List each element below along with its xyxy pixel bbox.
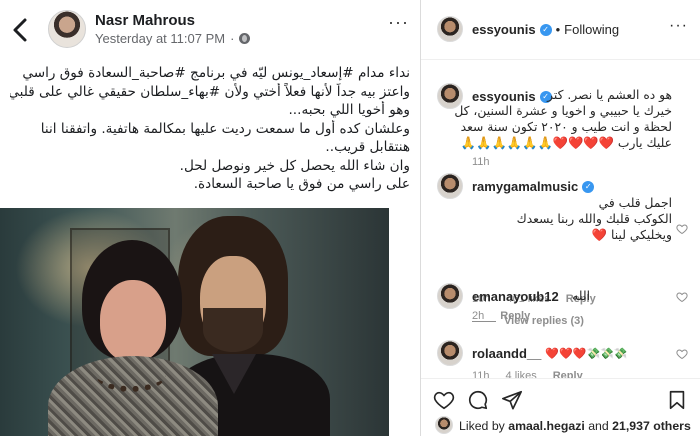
fb-text-line: وهو أخويا اللي بحبه...: [288, 102, 410, 118]
commenter-username[interactable]: ramygamalmusic: [472, 179, 578, 194]
reply-button[interactable]: Reply: [500, 310, 530, 322]
fb-post-text: نداء مدام #إسعاد_يونس ليّه في برنامج #صا…: [10, 64, 410, 194]
fb-author-avatar: [48, 10, 86, 48]
fb-text-line: وان شاء الله يحصل كل خير ونوصل لحل.: [179, 157, 410, 174]
author-avatar[interactable]: [437, 16, 463, 42]
fb-post-photo: [0, 208, 389, 436]
fb-author-name: Nasr Mahrous: [95, 12, 196, 29]
others-count-link[interactable]: 21,937 others: [612, 419, 691, 433]
heart-icon[interactable]: [433, 389, 455, 411]
commenter-info: emanayoub12: [472, 289, 559, 304]
author-info: essyounis ✓ • Following: [472, 22, 619, 37]
commenter-avatar[interactable]: [437, 340, 463, 366]
comment-meta: 11h: [472, 156, 490, 168]
comment-text: اجمل قلب في الكوكب قلبك والله ربنا يسعدك…: [516, 196, 672, 242]
commenter-info: rolaandd__ ❤️❤️❤️💸💸💸: [472, 346, 628, 361]
fb-post-time: Yesterday at 11:07 PM ·: [95, 31, 251, 46]
author-username[interactable]: essyounis: [472, 22, 536, 37]
comment-text: ❤️❤️❤️💸💸💸: [545, 348, 628, 360]
fb-text-line: وعلشان كده أول ما سمعت رديت عليها بمكالم…: [40, 120, 410, 137]
comment-time: 11h: [472, 370, 490, 378]
commenter-avatar[interactable]: [437, 173, 463, 199]
embedded-post-image: Nasr Mahrous Yesterday at 11:07 PM · ···…: [0, 0, 421, 436]
like-comment-heart-icon[interactable]: [676, 348, 688, 360]
reply-button[interactable]: Reply: [553, 370, 583, 378]
fb-text-line: نداء مدام #إسعاد_يونس ليّه في برنامج #صا…: [22, 65, 410, 81]
comment-likes[interactable]: 4 likes: [506, 370, 537, 378]
liker-username[interactable]: amaal.hegazi: [508, 419, 585, 433]
more-options-icon[interactable]: ···: [388, 12, 409, 33]
likes-summary: Liked by amaal.hegazi and 21,937 others: [421, 414, 700, 436]
fb-text-line: واعتز بيه جداً لأنها فعلاً أختي ولأن #به…: [10, 83, 410, 100]
comment-text: هو ده العشم يا نصر. كتر خيرك يا حبيبي و …: [454, 88, 672, 150]
comment-text: الله: [572, 289, 590, 303]
commenter-info: ramygamalmusic ✓: [472, 179, 595, 194]
commenter-username[interactable]: emanayoub12: [472, 289, 559, 304]
verified-badge-icon: ✓: [539, 23, 552, 36]
comment-time: 11h: [472, 156, 490, 168]
comments-list: essyounis ✓ هو ده العشم يا نصر. كتر خيرك…: [421, 61, 700, 378]
comment-time: 2h: [472, 310, 485, 322]
share-icon[interactable]: [501, 389, 523, 411]
following-button[interactable]: Following: [564, 22, 619, 37]
likes-text: Liked by amaal.hegazi and 21,937 others: [459, 419, 691, 433]
post-header: essyounis ✓ • Following ···: [421, 0, 700, 60]
instagram-sidebar: essyounis ✓ • Following ··· essyounis ✓ …: [421, 0, 700, 436]
fb-timestamp: Yesterday at 11:07 PM: [95, 31, 226, 46]
fb-text-line: على راسي من فوق يا صاحبة السعادة.: [193, 176, 410, 192]
verified-badge-icon: ✓: [582, 180, 595, 193]
post-actions-bar: [421, 378, 700, 414]
like-comment-heart-icon[interactable]: [676, 223, 688, 235]
comment-item: ramygamalmusic ✓ اجمل قلب في الكوكب قلبك…: [421, 173, 700, 327]
bookmark-icon[interactable]: [666, 389, 688, 411]
separator: •: [555, 22, 561, 37]
commenter-username[interactable]: rolaandd__: [472, 346, 541, 361]
commenter-avatar[interactable]: [437, 283, 463, 309]
globe-icon: [239, 33, 251, 44]
comment-meta: 2h Reply: [472, 310, 530, 322]
fb-text-line: هنتقابل قريب..: [325, 139, 410, 155]
comment-meta: 11h 4 likes Reply: [472, 370, 583, 378]
liker-avatar[interactable]: [435, 416, 453, 434]
more-options-icon[interactable]: ···: [669, 17, 688, 35]
like-comment-heart-icon[interactable]: [676, 291, 688, 303]
comment-item: emanayoub12 الله 2h Reply: [421, 283, 700, 333]
comment-icon[interactable]: [467, 389, 489, 411]
back-arrow-icon[interactable]: [10, 17, 30, 43]
fb-post-header: Nasr Mahrous Yesterday at 11:07 PM · ···: [0, 0, 420, 60]
comment-item: rolaandd__ ❤️❤️❤️💸💸💸 11h 4 likes Reply: [421, 340, 700, 378]
